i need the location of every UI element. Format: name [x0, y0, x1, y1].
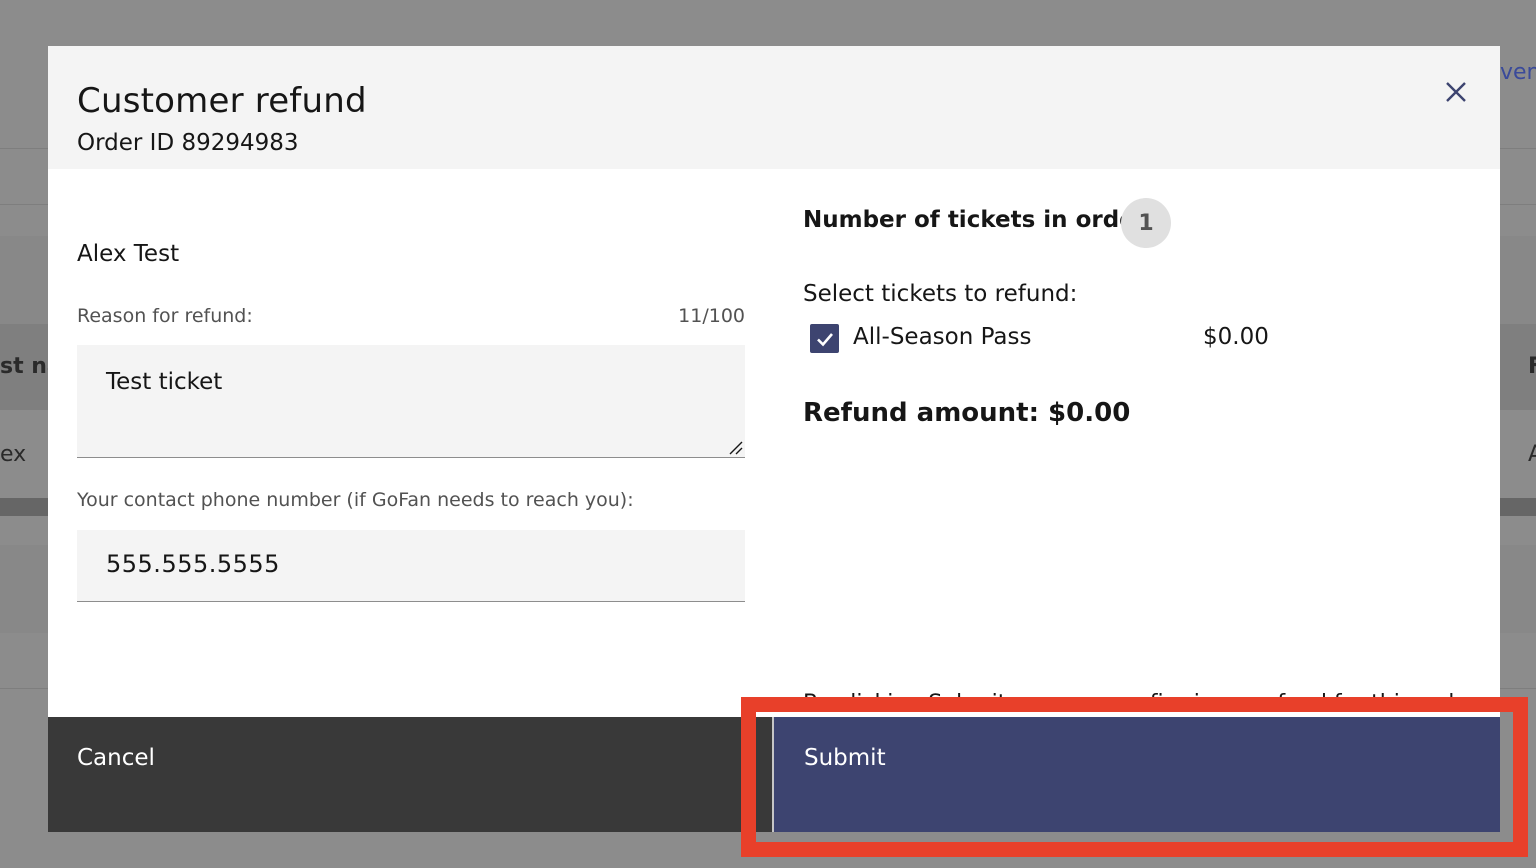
reason-label: Reason for refund: [77, 305, 253, 327]
close-button[interactable] [1438, 74, 1474, 110]
modal-header: Customer refund Order ID 89294983 [48, 46, 1500, 169]
phone-input[interactable]: 555.555.5555 [77, 530, 745, 602]
reason-textarea[interactable]: Test ticket [77, 345, 745, 458]
bg-link: ven [1500, 60, 1536, 85]
cancel-button[interactable]: Cancel [48, 717, 772, 832]
modal-title: Customer refund [77, 81, 367, 121]
reason-char-counter: 11/100 [678, 305, 745, 327]
submit-button[interactable]: Submit [772, 717, 1500, 832]
ticket-price: $0.00 [1203, 324, 1269, 350]
phone-label: Your contact phone number (if GoFan need… [77, 489, 634, 511]
checkmark-icon [816, 332, 833, 346]
reason-value: Test ticket [106, 369, 223, 395]
close-icon [1446, 82, 1466, 102]
tickets-heading: Number of tickets in order [803, 207, 1147, 233]
resize-handle-icon[interactable] [727, 439, 743, 455]
ticket-count-badge: 1 [1121, 198, 1171, 248]
bg-table-cell: A [1528, 442, 1536, 467]
bg-table-cell: ex [0, 442, 27, 467]
ticket-checkbox[interactable] [810, 324, 839, 353]
select-tickets-label: Select tickets to refund: [803, 281, 1078, 307]
ticket-name: All-Season Pass [853, 324, 1032, 350]
bg-table-header-text: F [1528, 354, 1536, 379]
customer-name: Alex Test [77, 241, 180, 267]
order-id: Order ID 89294983 [77, 130, 299, 156]
refund-amount: Refund amount: $0.00 [803, 398, 1131, 428]
refund-modal: Customer refund Order ID 89294983 Alex T… [48, 46, 1500, 832]
phone-value: 555.555.5555 [106, 550, 280, 578]
modal-footer: Cancel Submit [48, 717, 1500, 832]
submit-disclaimer: By clicking Submit, you are confirming a… [803, 686, 1453, 702]
